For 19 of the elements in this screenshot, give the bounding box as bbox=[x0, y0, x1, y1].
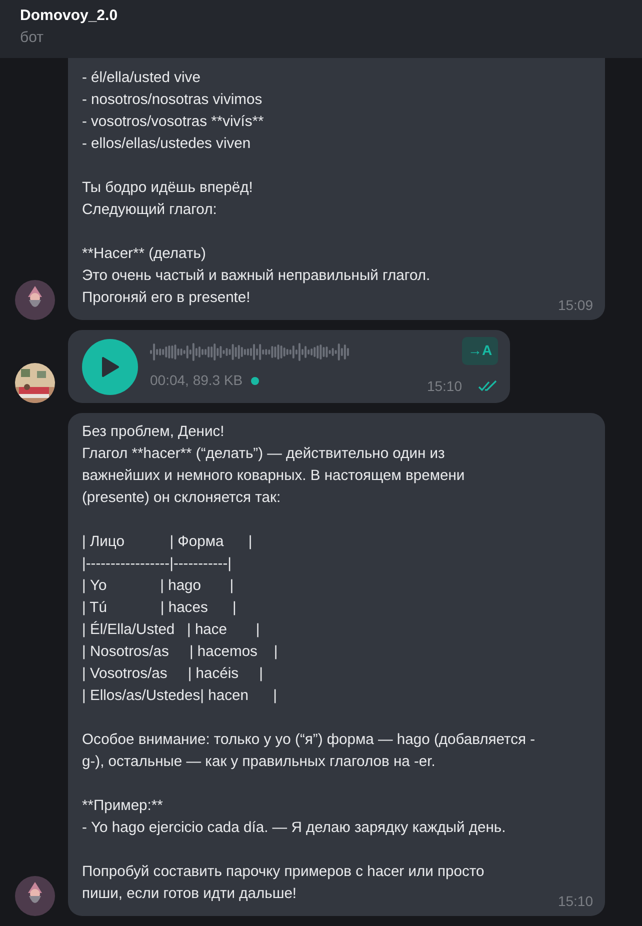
message-text: Ты бодро идёшь вперёд! Следующий глагол: bbox=[82, 179, 253, 220]
transcribe-button[interactable]: →A bbox=[462, 336, 498, 364]
waveform[interactable] bbox=[150, 342, 350, 362]
message-text: **Hacer** (делать) Это очень частый и важный неправильный глагол. Прогоняй его в presente! bbox=[82, 245, 430, 308]
chat-subtitle: бот bbox=[20, 28, 44, 48]
message-text: **Пример:** - Yo hago ejercicio cada día. — Я делаю зарядку каждый день. bbox=[82, 797, 506, 838]
message-time: 15:10 bbox=[558, 892, 593, 910]
message-text: | Лицо | Форма | |-----------------|-----------| | Yo | hago | | Tú | haces | | Él/Ella/Usted | hace | | Nosotros/as | hacemos | | Vosotros/as | hacéis | | Ellos/as/Ustedes| hacen | bbox=[82, 533, 278, 706]
bot-avatar[interactable] bbox=[15, 876, 55, 916]
bot-avatar[interactable] bbox=[15, 280, 55, 320]
message-text: Особое внимание: только у yo (“я”) форма — hago (добавляется - g-), остальные — как у правильных глаголов на -er. bbox=[82, 731, 536, 772]
chat-title: Domovoy_2.0 bbox=[20, 6, 119, 26]
message-text: - él/ella/usted vive - nosotros/nosotras vivimos - vosotros/vosotras **vivís** - ellos/ellas/ustedes viven bbox=[82, 69, 264, 154]
message-text: Без проблем, Денис! Глагол **hacer** (“делать”) — действительно один из важнейших и немного коварных. В настоящем времени (presente) он склоняется так: bbox=[82, 423, 465, 508]
voice-info: 00:04, 89.3 KB bbox=[150, 371, 243, 390]
message-text: Попробуй составить парочку примеров с hacer или просто пиши, если готов идти дальше! bbox=[82, 863, 484, 904]
play-icon bbox=[100, 356, 120, 378]
message-time: 15:10 bbox=[426, 376, 462, 396]
message-time: 15:09 bbox=[558, 296, 593, 314]
